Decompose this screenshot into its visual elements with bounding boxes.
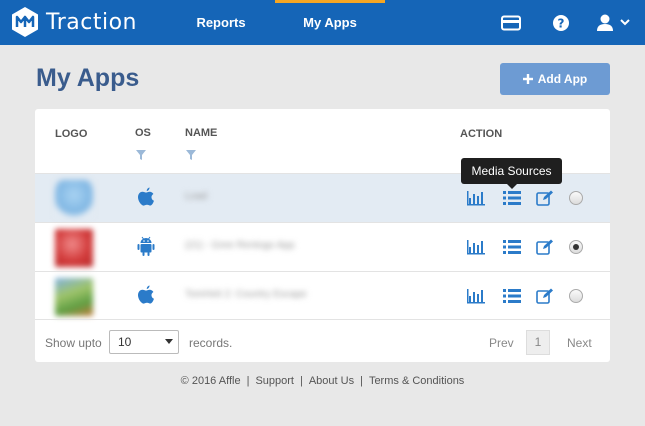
- nav-my-apps[interactable]: My Apps: [275, 0, 385, 45]
- app-name: (21) - Gree Rentogo App: [185, 240, 295, 251]
- apple-icon: [138, 285, 154, 304]
- app-name: Load: [185, 191, 208, 202]
- android-icon: [137, 236, 155, 256]
- next-page-button[interactable]: Next: [567, 336, 592, 350]
- plus-icon: [522, 74, 533, 84]
- app-name: TomHeit 2: Country Escape: [185, 289, 307, 300]
- brand-logo[interactable]: Traction: [9, 6, 137, 38]
- traction-logo-icon: [12, 7, 38, 37]
- analytics-chart-icon[interactable]: [465, 238, 487, 256]
- apps-table-panel: LOGO OS NAME ACTION Load (21) - Gree Ren…: [35, 109, 610, 362]
- edit-icon[interactable]: [534, 287, 556, 305]
- page-size-value: 10: [118, 335, 132, 349]
- header-os: OS: [135, 127, 151, 139]
- media-sources-list-icon[interactable]: [501, 238, 523, 256]
- apple-icon: [138, 187, 154, 206]
- page-title: My Apps: [36, 64, 140, 92]
- select-app-radio[interactable]: [565, 287, 587, 305]
- add-app-button[interactable]: Add App: [500, 63, 610, 95]
- table-row[interactable]: TomHeit 2: Country Escape: [35, 271, 610, 320]
- app-logo: [55, 229, 93, 267]
- os-filter-icon[interactable]: [136, 150, 146, 160]
- analytics-chart-icon[interactable]: [465, 189, 487, 207]
- user-menu-icon[interactable]: [594, 12, 634, 34]
- chevron-down-icon: [165, 339, 173, 344]
- nav-reports[interactable]: Reports: [190, 0, 252, 45]
- select-app-radio[interactable]: [565, 189, 587, 207]
- app-logo: [55, 180, 93, 218]
- svg-text:?: ?: [558, 17, 565, 31]
- select-app-radio[interactable]: [565, 238, 587, 256]
- media-sources-list-icon[interactable]: [501, 189, 523, 207]
- header-logo: LOGO: [55, 128, 88, 140]
- top-navbar: Traction Reports My Apps ?: [0, 0, 645, 45]
- app-logo: [55, 278, 93, 316]
- page-footer: © 2016 Affle | Support | About Us | Terms & Co…: [180, 375, 465, 387]
- prev-page-button[interactable]: Prev: [489, 336, 514, 350]
- edit-icon[interactable]: [534, 238, 556, 256]
- edit-icon[interactable]: [534, 189, 556, 207]
- header-name: NAME: [185, 127, 218, 139]
- show-upto-label: Show upto: [45, 336, 102, 350]
- credit-card-icon[interactable]: [500, 12, 522, 34]
- brand-name: Traction: [46, 9, 137, 35]
- name-filter-icon[interactable]: [186, 150, 196, 160]
- table-row[interactable]: (21) - Gree Rentogo App: [35, 222, 610, 271]
- page-size-select[interactable]: 10: [109, 330, 179, 354]
- analytics-chart-icon[interactable]: [465, 287, 487, 305]
- records-label: records.: [189, 336, 233, 350]
- support-link[interactable]: Support: [255, 375, 294, 387]
- add-app-label: Add App: [537, 72, 588, 86]
- page-number-button[interactable]: 1: [526, 330, 550, 355]
- copyright-text: © 2016 Affle: [180, 375, 241, 387]
- terms-link[interactable]: Terms & Conditions: [369, 375, 464, 387]
- about-us-link[interactable]: About Us: [309, 375, 354, 387]
- help-icon[interactable]: ?: [550, 12, 572, 34]
- media-sources-tooltip: Media Sources: [461, 158, 562, 189]
- pagination-bar: Show upto 10 records. Prev 1 Next: [35, 319, 610, 362]
- media-sources-list-icon[interactable]: [501, 287, 523, 305]
- header-action: ACTION: [460, 128, 503, 140]
